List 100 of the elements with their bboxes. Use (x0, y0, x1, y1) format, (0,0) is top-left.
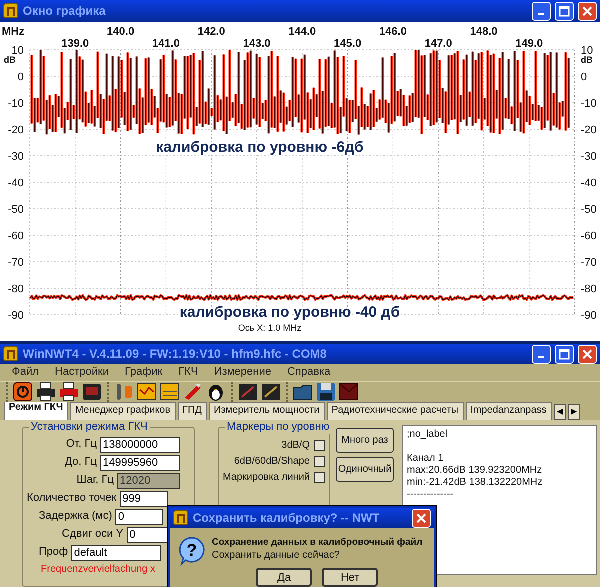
display-icon[interactable] (82, 382, 102, 402)
axis-label: 0 (581, 72, 588, 84)
penguin-icon[interactable] (206, 382, 226, 402)
maximize-button[interactable] (555, 344, 574, 364)
menu-item[interactable]: Измерение (206, 364, 280, 381)
axis-label: 10 (12, 45, 24, 57)
axis-label: -90 (581, 310, 597, 322)
axis-label: -10 (8, 98, 24, 110)
axis-label: -60 (8, 230, 24, 242)
axis-label: -30 (8, 151, 24, 163)
close-icon[interactable] (582, 6, 593, 16)
mode-button[interactable]: Одиночный (336, 457, 394, 482)
minimize-button[interactable] (532, 2, 551, 20)
maximize-icon[interactable] (559, 6, 570, 16)
printer-icon[interactable] (36, 382, 56, 402)
axis-label: 149.0 (516, 38, 544, 50)
tab[interactable]: Менеджер графиков (70, 402, 176, 420)
menu-item[interactable]: ГКЧ (170, 364, 206, 381)
unit-label: dB (4, 55, 16, 65)
checkbox[interactable] (314, 472, 325, 482)
field-label: Задержка (мс) (39, 509, 112, 524)
menu-item[interactable]: Справка (279, 364, 339, 381)
checkbox-label: 3dB/Q (282, 438, 310, 452)
app-icon (3, 346, 19, 362)
close-button[interactable] (578, 344, 597, 364)
input-field: 12020 (117, 472, 180, 488)
output-line: max:20.66dB 139.923200MHz (407, 465, 544, 477)
maximize-button[interactable] (555, 2, 574, 20)
axis-label: 140.0 (107, 26, 135, 38)
axis-label: 0 (18, 72, 24, 84)
output-line: -------------- (407, 489, 455, 501)
tab[interactable]: Impedanzanpass (466, 402, 552, 420)
close-icon[interactable] (582, 348, 593, 360)
axis-label: -20 (581, 124, 597, 136)
axis-label: -70 (8, 257, 24, 269)
maximize-icon[interactable] (559, 348, 570, 360)
checkbox[interactable] (314, 456, 325, 466)
unit-label: dB (581, 55, 593, 65)
dialog-button[interactable]: Да (256, 568, 312, 587)
close-icon[interactable] (416, 512, 427, 524)
tab-scroll-button[interactable]: ▶ (568, 404, 580, 420)
tab-scroll-button[interactable]: ◀ (554, 404, 566, 420)
group-title: Установки режима ГКЧ (29, 420, 150, 434)
input-field[interactable]: 149995960 (100, 454, 180, 470)
axis-label: -40 (581, 178, 597, 190)
group-title: Маркеры по уровню (225, 420, 332, 434)
axis-label: 144.0 (288, 26, 316, 38)
field-label: До, Гц (64, 455, 97, 470)
tab[interactable]: Измеритель мощности (208, 402, 325, 420)
field-label: Сдвиг оси Y (62, 527, 124, 542)
knife-icon[interactable] (183, 382, 203, 402)
axis-label: 139.0 (62, 38, 90, 50)
window-title: Окно графика (23, 3, 107, 20)
axis-label: -40 (8, 178, 24, 190)
tab[interactable]: Режим ГКЧ (4, 402, 68, 420)
tab[interactable]: ГПД (178, 402, 207, 420)
close-button[interactable] (578, 2, 597, 20)
printer-icon[interactable] (59, 382, 79, 402)
unit-label: MHz (2, 26, 25, 38)
input-field[interactable]: 138000000 (100, 436, 180, 452)
axis-label: 145.0 (334, 38, 362, 50)
floppy-icon[interactable] (316, 382, 336, 402)
axis-label: 141.0 (152, 38, 180, 50)
axis-label: -50 (581, 204, 597, 216)
dropdown-field[interactable]: default (71, 544, 162, 560)
mode-button[interactable]: Много раз (336, 428, 394, 453)
dialog-button[interactable]: Нет (322, 568, 378, 587)
axis-label: -90 (8, 310, 24, 322)
chart-icon[interactable] (160, 382, 180, 402)
field-label: От, Гц (66, 437, 97, 452)
menu-item[interactable]: Настройки (47, 364, 117, 381)
question-mark: ? (186, 541, 198, 560)
menu-item[interactable]: График (116, 364, 171, 381)
minimize-button[interactable] (532, 344, 551, 364)
checkbox-label: Маркировка линий (222, 470, 310, 484)
dialog-message: Сохранение данных в калибровочный файл (212, 536, 423, 549)
field-label: Проф (39, 545, 68, 560)
field-label: Количество точек (27, 491, 117, 506)
annotation-text: калибровка по уровню -40 дб (180, 304, 400, 321)
tab[interactable]: Радиотехнические расчеты (326, 402, 464, 420)
input-field[interactable]: 999 (120, 490, 168, 506)
checkbox[interactable] (314, 440, 325, 450)
input-field[interactable]: 0 (115, 508, 164, 524)
axis-label: -80 (8, 284, 24, 296)
window-title: WinNWT4 - V.4.11.09 - FW:1.19:V10 - hfm9.hfc - COM8 (23, 346, 328, 364)
power-icon[interactable] (13, 382, 33, 402)
scale-label: Ось X: 1.0 MHz (238, 323, 302, 333)
close-button[interactable] (412, 508, 431, 528)
axis-label: -20 (8, 124, 24, 136)
warning-text: Frequenzvervielfachung x (40, 563, 157, 577)
axis-label: 148.0 (470, 26, 498, 38)
axis-label: 10 (581, 45, 594, 57)
output-line: Канал 1 (407, 453, 445, 465)
output-line: ;no_label (407, 429, 449, 441)
axis-label: 146.0 (379, 26, 407, 38)
axis-label: -10 (581, 98, 597, 110)
envelope-icon[interactable] (339, 382, 359, 402)
output-line: min:-21.42dB 138.132220MHz (407, 477, 544, 489)
chart-icon[interactable] (137, 382, 157, 402)
menu-item[interactable]: Файл (4, 364, 48, 381)
